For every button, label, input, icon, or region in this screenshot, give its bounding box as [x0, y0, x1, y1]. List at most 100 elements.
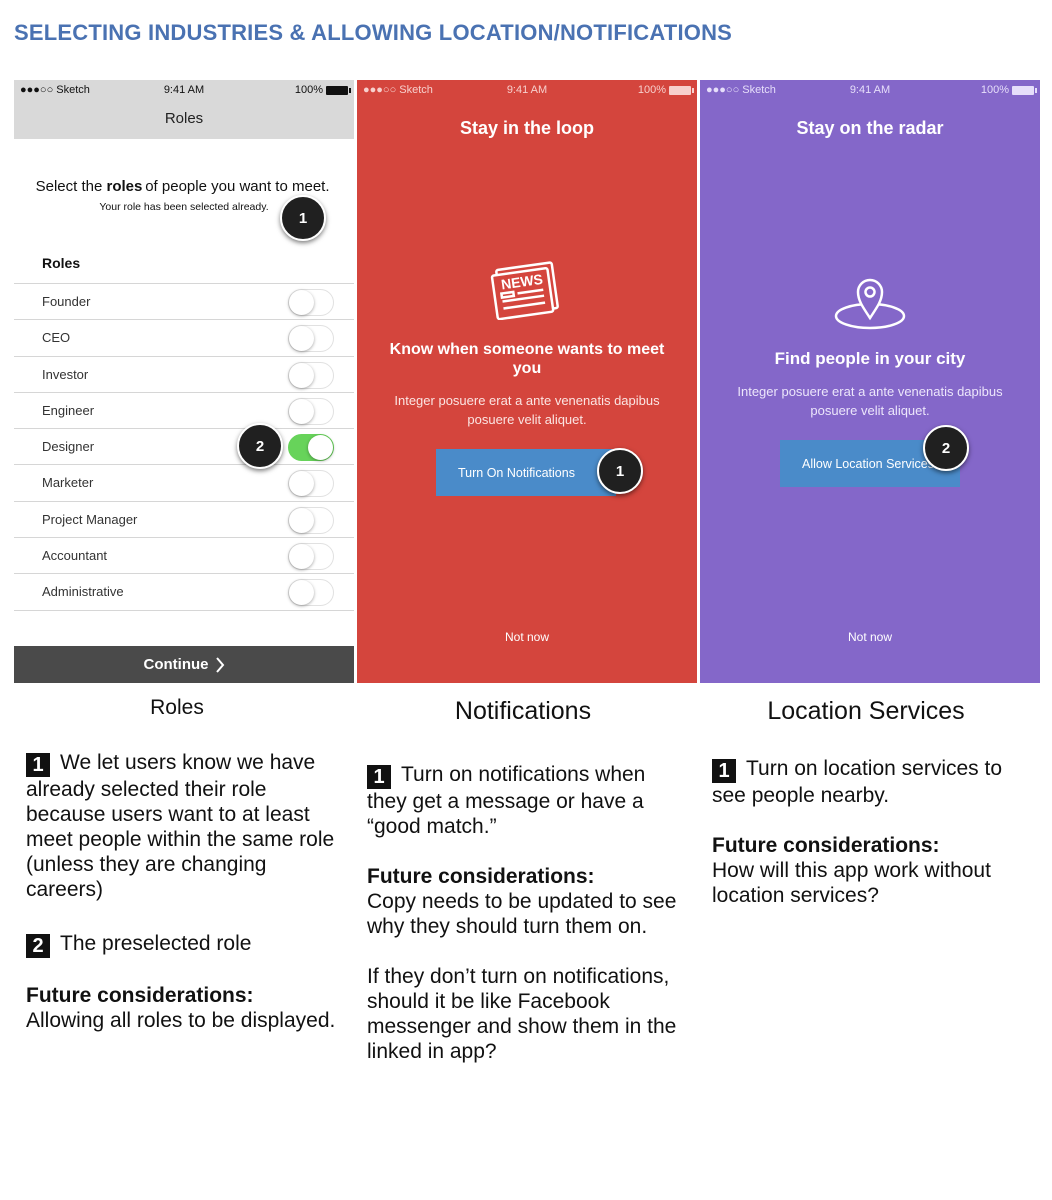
roles-note-1: 1 We let users know we have already selec… [26, 751, 335, 901]
map-pin-icon [834, 278, 906, 330]
toggle-knob [289, 580, 314, 606]
battery-percent: 100% [294, 84, 323, 96]
annotation-badge-1: 1 [597, 448, 643, 494]
caption-notifications: Notifications [454, 697, 592, 725]
status-bar: ●●●○○ Sketch 9:41 AM 100% [357, 80, 697, 100]
toggle-knob [289, 290, 314, 315]
not-now-link[interactable]: Not now [357, 630, 697, 644]
newspaper-icon: NEWS [490, 261, 559, 320]
caption-roles: Roles [150, 696, 204, 719]
continue-button[interactable]: Continue [14, 646, 354, 683]
not-now-link[interactable]: Not now [700, 630, 1040, 644]
role-toggle-switch[interactable] [288, 579, 334, 607]
note-number-badge: 2 [26, 934, 50, 958]
toggle-knob [289, 398, 314, 424]
role-toggle-switch[interactable] [288, 470, 334, 498]
roles-nav-title: Roles [164, 110, 204, 127]
notifications-notes: 1 Turn on notifications when they get a m… [367, 762, 687, 1064]
roles-nav-bar: ●●●○○ Sketch 9:41 AM 100% Roles [14, 80, 354, 139]
turn-on-notifications-button[interactable]: Turn On Notifications [436, 449, 616, 496]
roles-notes: 1 We let users know we have already selec… [26, 750, 341, 1033]
notifications-phone-screen: ●●●○○ Sketch 9:41 AM 100% Stay in the lo… [357, 80, 697, 683]
status-time: 9:41 AM [163, 84, 205, 96]
role-toggle-switch[interactable] [288, 506, 334, 534]
notifications-title: Stay in the loop [459, 118, 594, 138]
toggle-knob [289, 471, 314, 497]
role-toggle-switch[interactable] [288, 434, 334, 462]
toggle-knob [289, 507, 314, 533]
role-row[interactable]: Administrative [14, 574, 354, 611]
battery-icon [326, 85, 351, 95]
role-row[interactable]: Founder [14, 284, 354, 321]
battery-percent: 100% [980, 84, 1009, 96]
battery-percent: 100% [637, 84, 666, 96]
role-toggle-switch[interactable] [288, 543, 334, 571]
notifications-future-text: Copy needs to be updated to see why they… [367, 890, 677, 938]
location-future-text: How will this app work without location … [712, 859, 991, 907]
carrier-label: ●●●○○ Sketch [20, 84, 90, 96]
role-label: Founder [42, 294, 91, 309]
carrier-label: ●●●○○ Sketch [363, 84, 433, 96]
notifications-extra-text: If they don’t turn on notifications, sho… [367, 965, 677, 1063]
roles-section-heading: Roles [42, 255, 81, 271]
roles-phone-screen: ●●●○○ Sketch 9:41 AM 100% Roles Select t… [14, 80, 354, 683]
status-time: 9:41 AM [849, 84, 891, 96]
caption-location-services: Location Services [767, 697, 965, 725]
continue-label: Continue [143, 656, 209, 673]
roles-list: Founder CEO Investor Engineer Designer Market… [14, 283, 354, 611]
note-number-badge: 1 [26, 753, 50, 777]
note-number-badge: 1 [367, 765, 391, 789]
role-row[interactable]: Marketer [14, 465, 354, 502]
battery-icon [1012, 85, 1037, 95]
toggle-knob [289, 326, 314, 352]
roles-note-2: 2 The preselected role [26, 931, 341, 958]
roles-future-text: Allowing all roles to be displayed. [26, 1009, 336, 1032]
status-bar: ●●●○○ Sketch 9:41 AM 100% [700, 80, 1040, 100]
annotation-badge-2: 2 [923, 425, 969, 471]
roles-future-considerations: Future considerations: [26, 984, 254, 1007]
location-future-considerations: Future considerations: [712, 834, 940, 857]
role-row[interactable]: Project Manager [14, 502, 354, 539]
notifications-heading: Know when someone wants to meet you [389, 341, 665, 377]
battery-icon [669, 85, 694, 95]
page-title: SELECTING INDUSTRIES & ALLOWING LOCATION… [14, 20, 733, 45]
role-label: Investor [42, 366, 89, 382]
role-label: Administrative [42, 584, 124, 600]
notifications-body-text: Integer posuere erat a ante venenatis da… [394, 393, 660, 427]
location-title: Stay on the radar [796, 118, 944, 138]
role-label: Accountant [42, 548, 108, 564]
annotation-badge-2: 2 [237, 423, 283, 469]
status-bar: ●●●○○ Sketch 9:41 AM 100% [14, 80, 354, 100]
role-toggle-switch[interactable] [288, 397, 334, 425]
notifications-future-considerations: Future considerations: [367, 865, 595, 888]
note-number-badge: 1 [712, 759, 736, 783]
role-toggle-switch[interactable] [288, 325, 334, 353]
toggle-knob [289, 362, 314, 388]
location-heading: Find people in your city [774, 349, 966, 368]
location-note-1: 1 Turn on location services to see people… [712, 757, 1003, 807]
location-body-text: Integer posuere erat a ante venenatis da… [737, 384, 1003, 418]
toggle-knob [308, 435, 333, 461]
annotation-badge-1: 1 [280, 195, 326, 241]
role-label: Project Manager [42, 511, 138, 527]
role-label: Engineer [42, 402, 95, 418]
role-row[interactable]: Accountant [14, 538, 354, 575]
role-row[interactable]: Engineer [14, 393, 354, 430]
status-time: 9:41 AM [506, 84, 548, 96]
location-notes: 1 Turn on location services to see people… [712, 756, 1032, 908]
role-toggle-switch[interactable] [288, 361, 334, 389]
role-row[interactable]: Investor [14, 357, 354, 393]
allow-location-services-label: Allow Location Services [802, 456, 935, 471]
location-phone-screen: ●●●○○ Sketch 9:41 AM 100% Stay on the ra… [700, 80, 1040, 683]
role-row[interactable]: Designer [14, 429, 354, 466]
turn-on-notifications-label: Turn On Notifications [458, 465, 575, 480]
role-label: CEO [42, 330, 71, 346]
chevron-right-icon [215, 656, 224, 673]
role-label: Marketer [42, 475, 94, 491]
carrier-label: ●●●○○ Sketch [706, 84, 776, 96]
role-toggle-switch[interactable] [288, 289, 334, 316]
role-label: Designer [42, 439, 95, 455]
role-row[interactable]: CEO [14, 320, 354, 357]
toggle-knob [289, 544, 314, 570]
notifications-note-1: 1 Turn on notifications when they get a m… [367, 763, 646, 838]
